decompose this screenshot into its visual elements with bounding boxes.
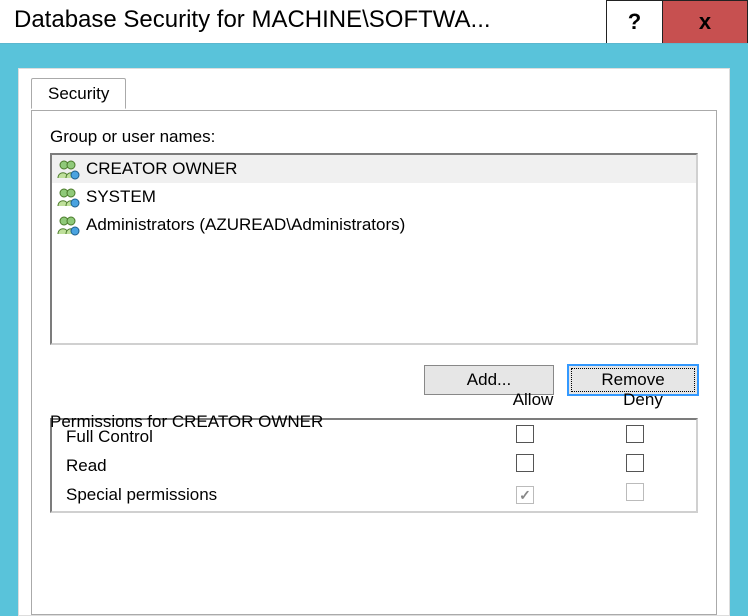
window-frame: Database Security for MACHINE\SOFTWA... … bbox=[0, 0, 748, 616]
client-area: Security Group or user names: CREATOR OW… bbox=[0, 44, 748, 616]
users-icon bbox=[56, 186, 82, 208]
user-list-item[interactable]: SYSTEM bbox=[52, 183, 696, 211]
permissions-list: Full Control Read Special permissions ✓ bbox=[50, 418, 698, 513]
permission-row: Full Control bbox=[58, 422, 690, 451]
deny-checkbox[interactable] bbox=[626, 454, 644, 472]
allow-checkbox[interactable] bbox=[516, 454, 534, 472]
permission-name: Read bbox=[58, 456, 470, 476]
close-button[interactable]: x bbox=[662, 0, 748, 43]
deny-header: Deny bbox=[588, 390, 698, 410]
titlebar: Database Security for MACHINE\SOFTWA... … bbox=[0, 0, 748, 44]
help-icon: ? bbox=[628, 9, 641, 35]
deny-checkbox[interactable] bbox=[626, 425, 644, 443]
user-list-item[interactable]: Administrators (AZUREAD\Administrators) bbox=[52, 211, 696, 239]
permissions-header: Allow Deny bbox=[50, 390, 698, 410]
group-label: Group or user names: bbox=[50, 127, 698, 147]
check-icon: ✓ bbox=[519, 488, 531, 502]
dialog-body: Security Group or user names: CREATOR OW… bbox=[18, 68, 730, 616]
allow-header: Allow bbox=[478, 390, 588, 410]
deny-checkbox bbox=[626, 483, 644, 501]
user-list-item[interactable]: CREATOR OWNER bbox=[52, 155, 696, 183]
permission-name: Full Control bbox=[58, 427, 470, 447]
permission-row: Read bbox=[58, 451, 690, 480]
help-button[interactable]: ? bbox=[606, 0, 662, 43]
user-name: CREATOR OWNER bbox=[86, 159, 237, 179]
titlebar-buttons: ? x bbox=[606, 0, 748, 43]
users-icon bbox=[56, 158, 82, 180]
permission-row: Special permissions ✓ bbox=[58, 480, 690, 509]
user-listbox[interactable]: CREATOR OWNER SYSTEM Administrators (AZU… bbox=[50, 153, 698, 345]
window-title: Database Security for MACHINE\SOFTWA... bbox=[0, 0, 606, 43]
users-icon bbox=[56, 214, 82, 236]
allow-checkbox: ✓ bbox=[516, 486, 534, 504]
user-name: SYSTEM bbox=[86, 187, 156, 207]
user-name: Administrators (AZUREAD\Administrators) bbox=[86, 215, 405, 235]
allow-checkbox[interactable] bbox=[516, 425, 534, 443]
close-icon: x bbox=[699, 9, 711, 35]
permission-name: Special permissions bbox=[58, 485, 470, 505]
tab-panel: Group or user names: CREATOR OWNER SYSTE… bbox=[31, 110, 717, 615]
tab-strip: Security bbox=[31, 78, 729, 109]
tab-security[interactable]: Security bbox=[31, 78, 126, 109]
